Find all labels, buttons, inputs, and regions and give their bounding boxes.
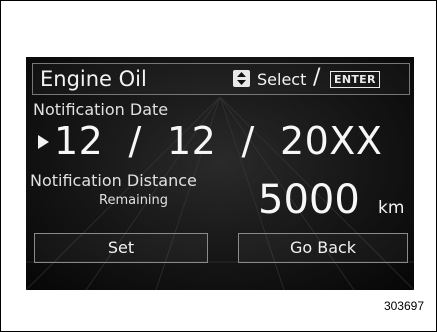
set-button[interactable]: Set (34, 233, 208, 263)
play-pointer-icon (38, 135, 49, 149)
up-down-arrows-icon (233, 70, 250, 87)
notification-distance-label: Notification Distance (30, 171, 197, 190)
hint-separator: / (313, 65, 321, 90)
select-hint: Select (257, 70, 307, 89)
go-back-button[interactable]: Go Back (238, 233, 408, 263)
page-title: Engine Oil (40, 67, 147, 91)
notification-date-value[interactable]: 12 / 12 / 20XX (54, 118, 382, 164)
remaining-label: Remaining (99, 193, 169, 208)
notification-distance-value[interactable]: 5000 (258, 177, 360, 223)
header-bar: Engine Oil Select / ENTER (32, 63, 410, 95)
figure-number: 303697 (383, 299, 424, 313)
notification-date-label: Notification Date (33, 100, 169, 119)
figure-frame: Engine Oil Select / ENTER Notification D… (0, 0, 437, 332)
display-screen: Engine Oil Select / ENTER Notification D… (26, 57, 414, 290)
distance-unit: km (378, 198, 405, 218)
enter-badge: ENTER (330, 71, 380, 88)
